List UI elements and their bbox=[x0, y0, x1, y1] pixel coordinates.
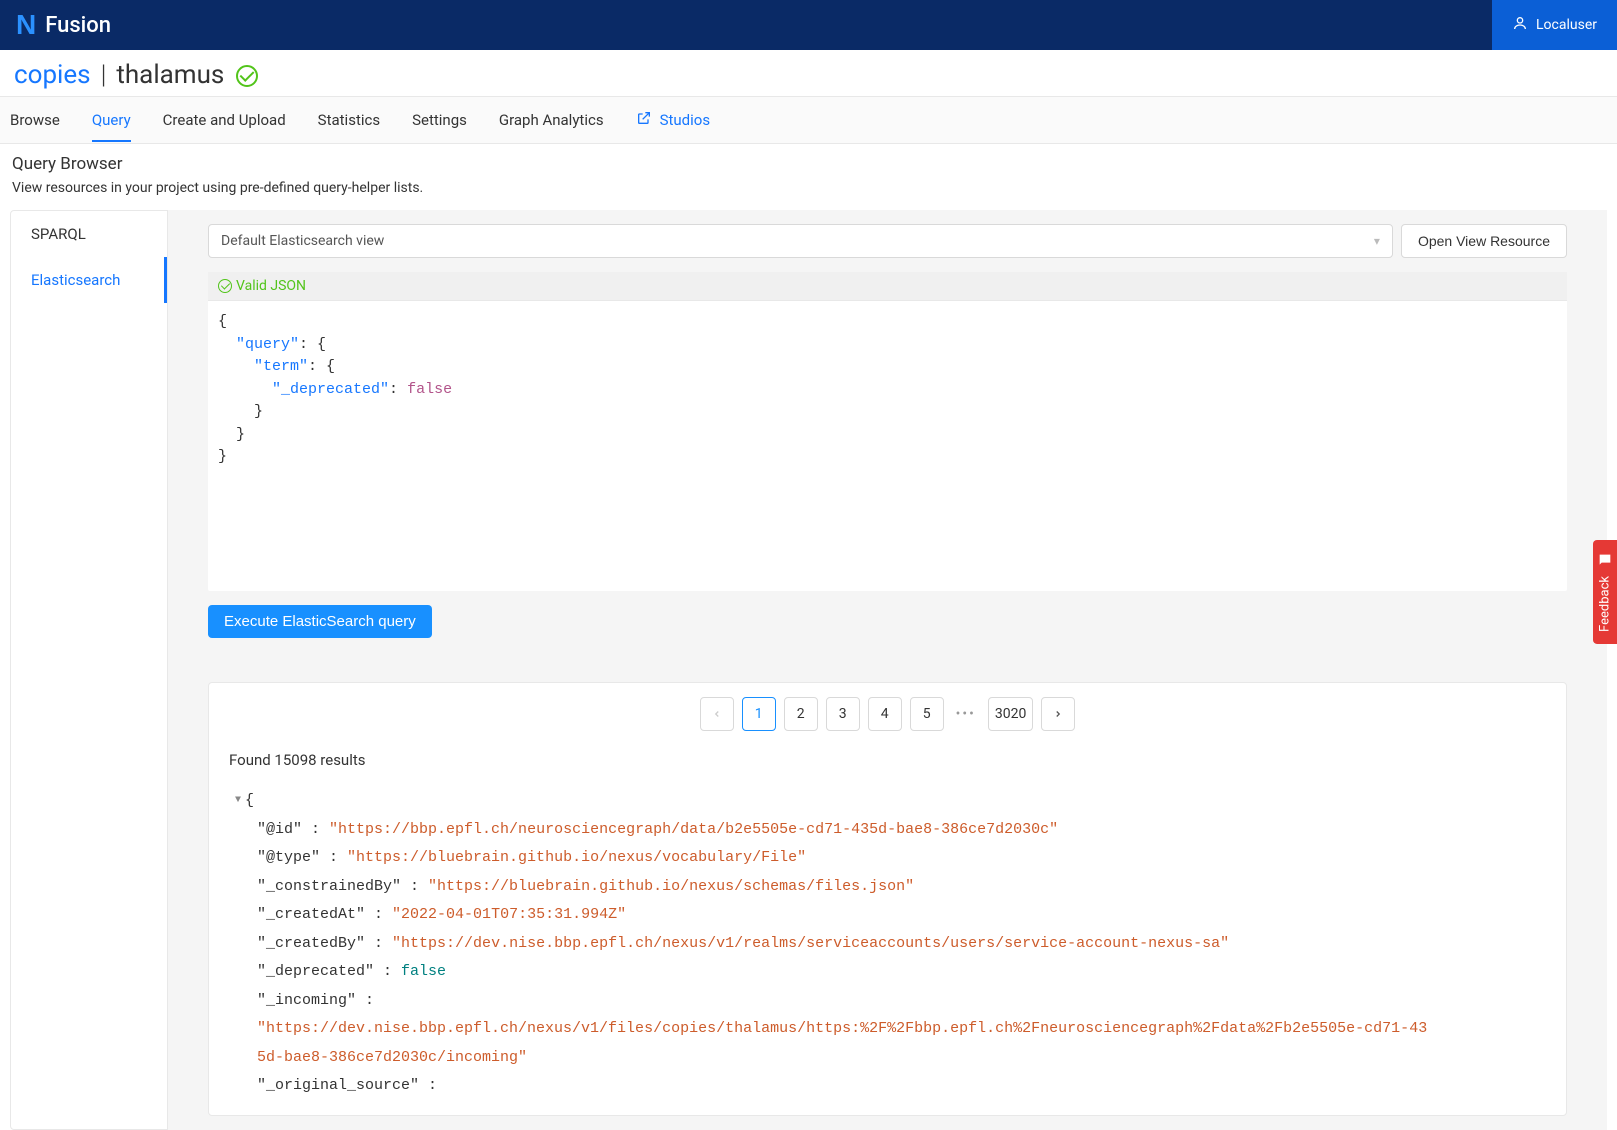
app-header: N Fusion Localuser bbox=[0, 0, 1617, 50]
breadcrumb-separator: | bbox=[101, 60, 107, 90]
chat-icon bbox=[1597, 552, 1613, 568]
tab-settings[interactable]: Settings bbox=[412, 99, 467, 141]
sidebar-item-sparql[interactable]: SPARQL bbox=[11, 211, 167, 257]
pagination-page-5[interactable]: 5 bbox=[910, 697, 944, 731]
breadcrumb: copies | thalamus bbox=[0, 50, 1617, 96]
tab-nav: Browse Query Create and Upload Statistic… bbox=[0, 96, 1617, 144]
pagination-prev[interactable] bbox=[700, 697, 734, 731]
view-select-label: Default Elasticsearch view bbox=[221, 233, 384, 249]
app-name: Fusion bbox=[45, 13, 111, 38]
pagination-page-4[interactable]: 4 bbox=[868, 697, 902, 731]
feedback-label: Feedback bbox=[1598, 576, 1613, 632]
page-title: Query Browser bbox=[10, 154, 1607, 174]
feedback-tab[interactable]: Feedback bbox=[1593, 540, 1617, 644]
disclosure-triangle-icon[interactable]: ▼ bbox=[235, 791, 241, 810]
pagination-next[interactable] bbox=[1041, 697, 1075, 731]
execute-query-button[interactable]: Execute ElasticSearch query bbox=[208, 605, 432, 638]
main-pane: Default Elasticsearch view ▾ Open View R… bbox=[168, 210, 1607, 1130]
user-icon bbox=[1512, 15, 1528, 35]
user-menu[interactable]: Localuser bbox=[1492, 0, 1617, 50]
open-view-resource-button[interactable]: Open View Resource bbox=[1401, 224, 1567, 258]
query-editor: Valid JSON { "query": { "term": { "_depr… bbox=[208, 272, 1567, 591]
pagination-page-1[interactable]: 1 bbox=[742, 697, 776, 731]
results-panel: 1 2 3 4 5 ••• 3020 Found 15098 results ▼… bbox=[208, 682, 1567, 1116]
breadcrumb-project: thalamus bbox=[116, 60, 224, 90]
page-subtitle: View resources in your project using pre… bbox=[10, 180, 1607, 196]
pagination: 1 2 3 4 5 ••• 3020 bbox=[223, 697, 1552, 731]
pagination-page-2[interactable]: 2 bbox=[784, 697, 818, 731]
tab-query[interactable]: Query bbox=[92, 99, 131, 141]
tab-studios[interactable]: Studios bbox=[636, 98, 711, 142]
tab-browse[interactable]: Browse bbox=[10, 99, 60, 141]
view-select[interactable]: Default Elasticsearch view ▾ bbox=[208, 224, 1393, 258]
username: Localuser bbox=[1536, 17, 1597, 33]
sidebar-item-elasticsearch[interactable]: Elasticsearch bbox=[11, 257, 167, 303]
tab-statistics[interactable]: Statistics bbox=[318, 99, 380, 141]
breadcrumb-org[interactable]: copies bbox=[14, 60, 91, 90]
tab-graph-analytics[interactable]: Graph Analytics bbox=[499, 99, 604, 141]
pagination-last[interactable]: 3020 bbox=[988, 697, 1033, 731]
tab-studios-label: Studios bbox=[660, 111, 711, 129]
status-ok-icon bbox=[236, 65, 258, 87]
pagination-ellipsis[interactable]: ••• bbox=[952, 706, 980, 722]
tab-create-upload[interactable]: Create and Upload bbox=[163, 99, 286, 141]
query-textarea[interactable]: { "query": { "term": { "_deprecated": fa… bbox=[208, 301, 1567, 591]
external-link-icon bbox=[636, 110, 652, 130]
editor-status-label: Valid JSON bbox=[236, 278, 306, 294]
chevron-down-icon: ▾ bbox=[1374, 234, 1380, 248]
check-icon bbox=[218, 279, 232, 293]
results-count: Found 15098 results bbox=[229, 751, 1552, 769]
query-type-sidebar: SPARQL Elasticsearch bbox=[10, 210, 168, 1130]
pagination-page-3[interactable]: 3 bbox=[826, 697, 860, 731]
result-json: ▼{ "@id" : "https://bbp.epfl.ch/neurosci… bbox=[223, 787, 1552, 1101]
editor-status: Valid JSON bbox=[208, 272, 1567, 301]
logo-icon: N bbox=[16, 9, 35, 41]
